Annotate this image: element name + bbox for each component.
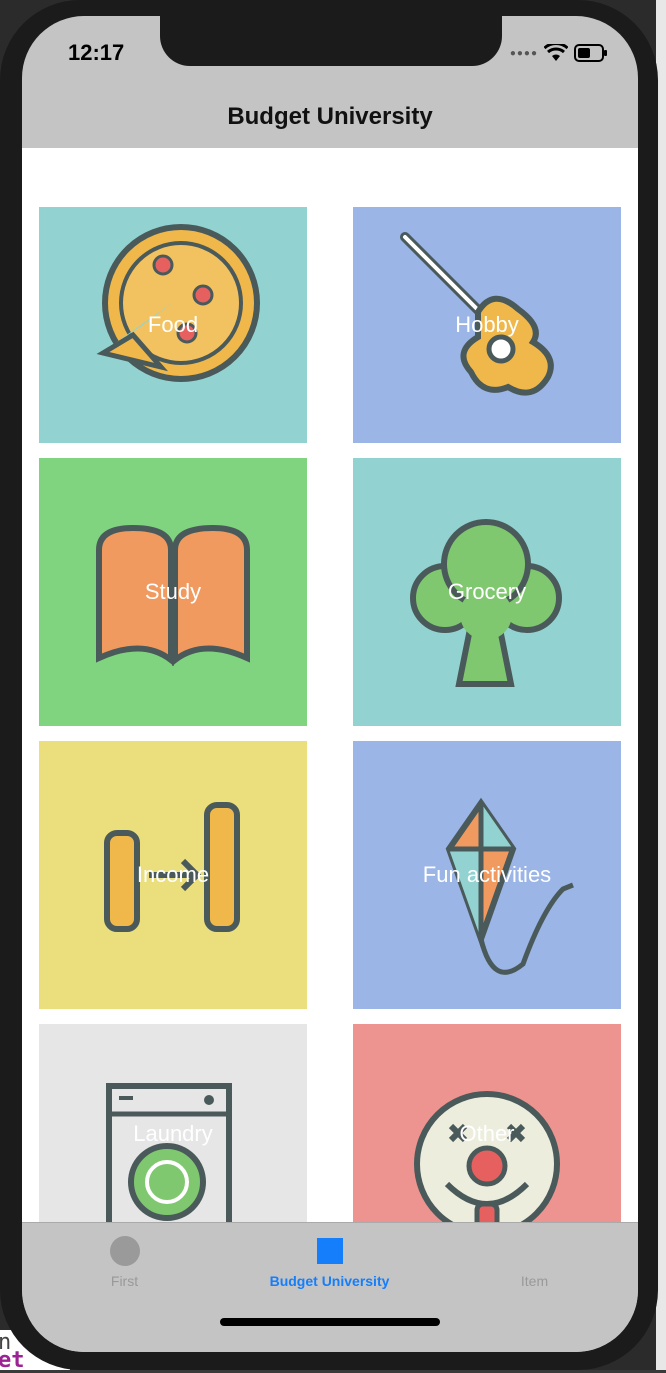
navigation-bar: Budget University [22,86,638,149]
phone-screen: 12:17 ●●●● Budget University Food Hobby … [22,16,638,1352]
tile-label: Food [147,312,199,337]
status-icons: ●●●● [510,44,608,62]
tile-study[interactable]: Study [39,458,307,726]
ide-code-keyword: et [0,1348,25,1373]
tab-bar: First Budget University Item [22,1222,638,1352]
tile-label: Fun activities [422,862,552,887]
tile-fun-activities[interactable]: Fun activities [353,741,621,1009]
tab-label: First [110,1273,139,1289]
tile-hobby[interactable]: Hobby [353,207,621,443]
clown-icon [414,1091,560,1222]
tile-label: Grocery [447,579,527,604]
phone-frame: 12:17 ●●●● Budget University Food Hobby … [0,0,658,1370]
tile-grocery[interactable]: Grocery [353,458,621,726]
tile-food[interactable]: Food [39,207,307,443]
signal-icon: ●●●● [509,47,538,59]
page-title: Budget University [227,103,433,130]
tile-label: Income [136,862,210,887]
tile-label: Study [144,579,202,604]
tab-budget-university[interactable]: Budget University [227,1235,432,1289]
notch [160,16,502,66]
tile-label: Hobby [455,312,519,337]
tile-income[interactable]: Income [39,741,307,1009]
tab-item[interactable]: Item [432,1235,637,1289]
square-icon [316,1238,343,1264]
home-indicator [220,1318,440,1326]
status-time: 12:17 [68,40,125,65]
battery-icon [574,44,608,62]
tile-label: Other [459,1121,515,1146]
tab-label: Item [520,1273,549,1289]
pizza-icon [96,224,260,382]
tab-label: Budget University [269,1273,390,1289]
tile-laundry[interactable]: Laundry [39,1024,307,1222]
circle-icon [109,1236,140,1266]
wifi-icon [544,44,568,62]
tile-label: Laundry [133,1121,213,1146]
washing-machine-icon [106,1083,232,1222]
tab-icon-placeholder [432,1235,637,1267]
kite-icon [445,797,574,975]
category-grid[interactable]: Food Hobby Study Grocery Income Fun acti… [22,148,638,1222]
tab-first[interactable]: First [22,1235,227,1289]
tile-other[interactable]: Other [353,1024,621,1222]
